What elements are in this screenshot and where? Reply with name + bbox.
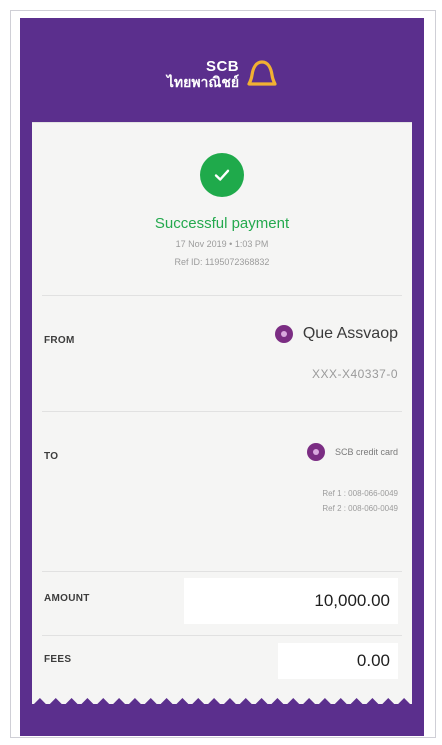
to-ref-2: Ref 2 : 008-060-0049 bbox=[322, 504, 398, 513]
fees-value: 0.00 bbox=[278, 643, 398, 679]
divider bbox=[42, 411, 402, 412]
divider bbox=[42, 635, 402, 636]
to-party: SCB credit card bbox=[306, 443, 398, 461]
payment-status: Successful payment 17 Nov 2019 • 1:03 PM… bbox=[32, 123, 412, 295]
to-ref-1: Ref 1 : 008-066-0049 bbox=[322, 489, 398, 498]
from-account-number: XXX-X40337-0 bbox=[311, 367, 398, 381]
transaction-datetime: 17 Nov 2019 • 1:03 PM bbox=[175, 239, 269, 249]
from-account-name: Que Assvaop bbox=[302, 325, 398, 342]
fees-label: FEES bbox=[44, 654, 72, 665]
receipt-torn-edge bbox=[32, 698, 412, 712]
to-account-name: SCB credit card bbox=[334, 447, 398, 457]
divider bbox=[42, 295, 402, 296]
bank-header: SCB ไทยพาณิชย์ bbox=[20, 18, 424, 122]
scb-account-icon bbox=[274, 325, 293, 343]
amount-value: 10,000.00 bbox=[184, 578, 398, 624]
to-label: TO bbox=[44, 451, 59, 462]
divider bbox=[42, 571, 402, 572]
logo-scb-text: SCB bbox=[205, 58, 240, 75]
amount-label: AMOUNT bbox=[44, 593, 90, 604]
from-party: Que Assvaop bbox=[274, 325, 398, 343]
logo-text: SCB ไทยพาณิชย์ bbox=[167, 59, 239, 89]
status-title: Successful payment bbox=[154, 215, 290, 232]
logo-thai-text: ไทยพาณิชย์ bbox=[166, 74, 240, 90]
scb-bell-icon bbox=[247, 59, 277, 89]
success-check-icon bbox=[200, 153, 244, 197]
scb-logo: SCB ไทยพาณิชย์ bbox=[167, 59, 277, 89]
reference-id: Ref ID: 1195072368832 bbox=[174, 257, 270, 267]
from-label: FROM bbox=[44, 335, 75, 346]
payment-slip-screen: SCB ไทยพาณิชย์ Successful payment 17 Nov… bbox=[20, 18, 424, 736]
scb-credit-card-icon bbox=[306, 443, 325, 461]
receipt-card: Successful payment 17 Nov 2019 • 1:03 PM… bbox=[32, 122, 412, 704]
